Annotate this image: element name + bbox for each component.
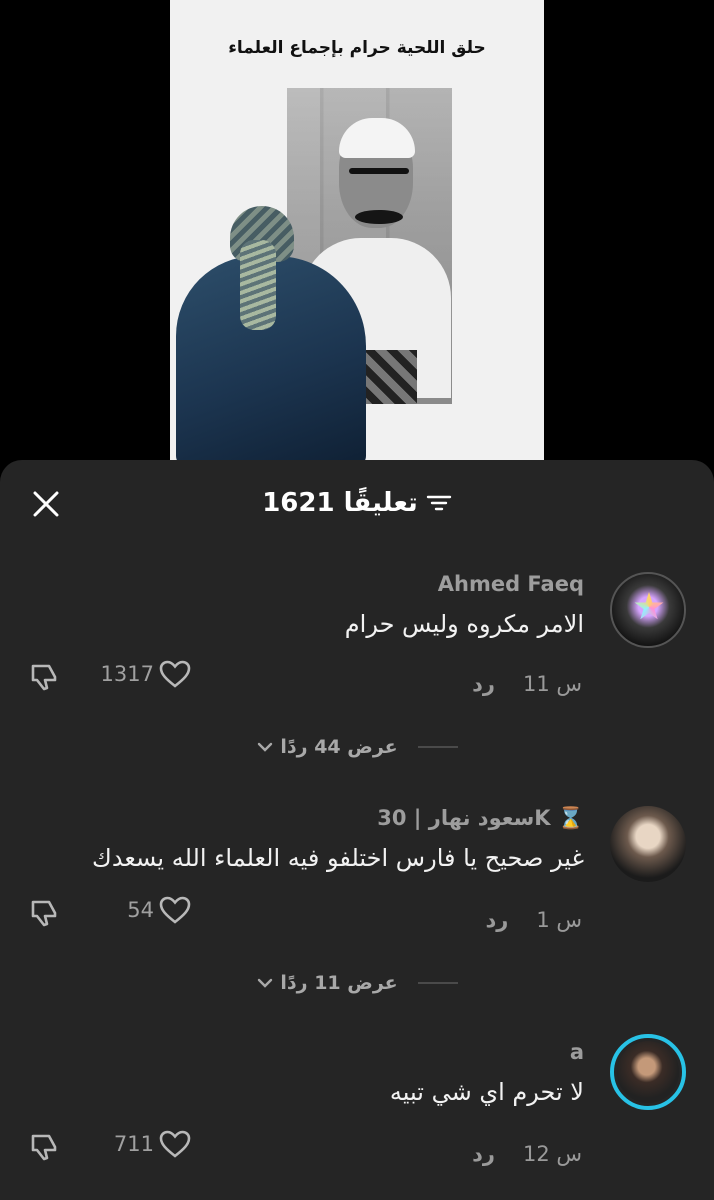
view-replies: عرض 11 ردًا (0, 972, 714, 994)
comments-sheet: 1621 تعليقًا Ahmed Faeq الامر مكروه وليس… (0, 460, 714, 1200)
comment-actions (26, 894, 62, 930)
comment-meta: 11 س رد (472, 672, 582, 696)
avatar[interactable] (610, 806, 686, 882)
view-replies-label: عرض 44 ردًا (280, 736, 398, 758)
comment-time: 1 س (536, 908, 582, 932)
divider (417, 746, 458, 748)
comment-text: لا تحرم اي شي تبيه (389, 1078, 584, 1106)
heart-icon[interactable] (158, 894, 192, 926)
like-button[interactable]: 54 (86, 894, 192, 926)
like-count: 711 (113, 1132, 154, 1156)
video-caption: حلق اللحية حرام بإجماع العلماء (228, 38, 486, 58)
view-replies-label: عرض 11 ردًا (280, 972, 398, 994)
comment-author[interactable]: Ahmed Faeq (438, 572, 584, 596)
comment-text: غير صحيح يا فارس اختلفو فيه العلماء الله… (92, 844, 584, 872)
view-replies-button[interactable]: عرض 11 ردًا (256, 972, 398, 994)
comments-count: 1621 تعليقًا (262, 488, 418, 518)
like-count: 1317 (100, 662, 154, 686)
comment-meta: 12 س رد (472, 1142, 582, 1166)
avatar[interactable] (610, 572, 686, 648)
reply-button[interactable]: رد (472, 1142, 495, 1166)
comment-author[interactable]: a (570, 1040, 584, 1064)
like-button[interactable]: 1317 (86, 658, 192, 690)
heart-icon[interactable] (158, 1128, 192, 1160)
cloaked-figure-illustration (170, 200, 370, 470)
comment-time: 11 س (522, 672, 582, 696)
heart-icon[interactable] (158, 658, 192, 690)
comments-header: 1621 تعليقًا (0, 460, 714, 550)
dislike-icon[interactable] (26, 894, 62, 930)
comment-meta: 1 س رد (485, 908, 582, 932)
like-count: 54 (127, 898, 154, 922)
reply-button[interactable]: رد (485, 908, 508, 932)
chevron-down-icon (258, 978, 273, 988)
avatar[interactable] (610, 1034, 686, 1110)
view-replies: عرض 44 ردًا (0, 736, 714, 758)
star-icon (634, 592, 664, 620)
view-replies-button[interactable]: عرض 44 ردًا (256, 736, 398, 758)
comment-actions (26, 1128, 62, 1164)
video-frame: حلق اللحية حرام بإجماع العلماء (170, 0, 544, 470)
dislike-icon[interactable] (26, 1128, 62, 1164)
divider (417, 982, 458, 984)
comment-time: 12 س (522, 1142, 582, 1166)
reply-button[interactable]: رد (472, 672, 495, 696)
comment-author[interactable]: سعود نهار | 30K ⌛ (377, 806, 584, 831)
video-player[interactable]: حلق اللحية حرام بإجماع العلماء (0, 0, 714, 470)
comment-actions (26, 658, 62, 694)
comment-text: الامر مكروه وليس حرام (344, 610, 584, 638)
dislike-icon[interactable] (26, 658, 62, 694)
filter-icon[interactable] (426, 492, 452, 514)
like-button[interactable]: 711 (86, 1128, 192, 1160)
comments-title: 1621 تعليقًا (0, 488, 714, 518)
chevron-down-icon (258, 742, 273, 752)
